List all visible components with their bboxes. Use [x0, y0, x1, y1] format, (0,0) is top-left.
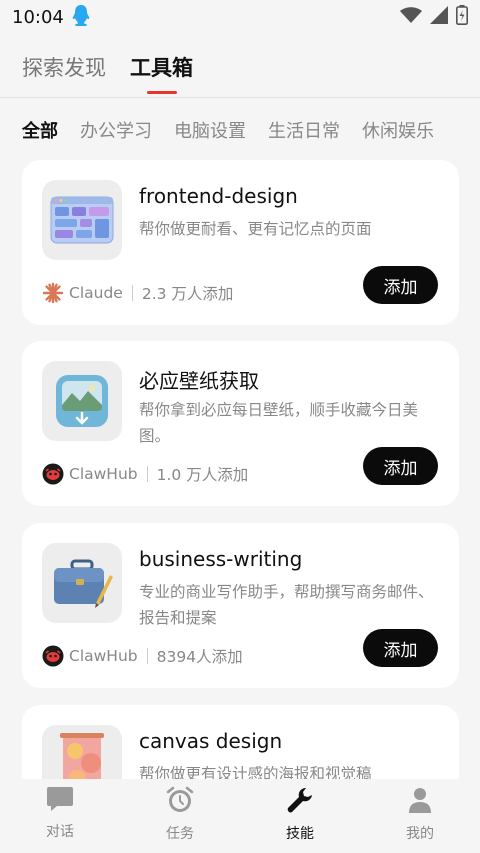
nav-label: 任务 — [166, 826, 194, 842]
skill-source: ClawHub — [69, 465, 138, 483]
top-tabs: 探索发现 工具箱 — [0, 40, 480, 96]
nav-tasks[interactable]: 任务 — [120, 779, 240, 853]
qq-notification-icon — [72, 4, 90, 31]
skill-description: 帮你做更有设计感的海报和视觉稿 — [139, 765, 372, 780]
alarm-clock-icon — [165, 785, 195, 819]
canvas-design-thumbnail-icon — [42, 725, 122, 780]
claude-logo-icon — [42, 282, 64, 304]
status-time: 10:04 — [12, 6, 64, 28]
meta-separator — [146, 648, 148, 664]
add-button[interactable]: 添加 — [363, 629, 438, 667]
skill-description: 帮你做更耐看、更有记忆点的页面 — [139, 220, 372, 238]
add-button[interactable]: 添加 — [363, 447, 438, 485]
skill-card-bing-wallpaper[interactable]: 必应壁纸获取 帮你拿到必应每日壁纸，顺手收藏今日美图。 ClawHub 1.0 … — [22, 341, 459, 506]
category-office-study[interactable]: 办公学习 — [80, 117, 152, 143]
chat-icon — [45, 785, 75, 817]
wrench-icon — [285, 785, 315, 819]
nav-skills[interactable]: 技能 — [240, 779, 360, 853]
skill-meta: Claude 2.3 万人添加 — [42, 282, 233, 304]
category-all[interactable]: 全部 — [22, 117, 58, 143]
skill-description: 帮你拿到必应每日壁纸，顺手收藏今日美图。 — [139, 401, 419, 445]
nav-label: 对话 — [46, 824, 74, 840]
clawhub-logo-icon — [42, 463, 64, 485]
nav-chat[interactable]: 对话 — [0, 779, 120, 853]
category-pc-settings[interactable]: 电脑设置 — [174, 117, 246, 143]
nav-label: 我的 — [406, 826, 434, 842]
meta-separator — [146, 466, 148, 482]
skill-title: frontend-design — [139, 184, 298, 208]
skill-card-canvas-design[interactable]: canvas design 帮你做更有设计感的海报和视觉稿 — [22, 705, 459, 780]
nav-me[interactable]: 我的 — [360, 779, 480, 853]
skill-list: frontend-design 帮你做更耐看、更有记忆点的页面 Claude 2… — [22, 160, 459, 780]
status-bar: 10:04 — [0, 0, 480, 34]
briefcase-thumbnail-icon — [42, 543, 122, 623]
skill-card-business-writing[interactable]: business-writing 专业的商业写作助手，帮助撰写商务邮件、报告和提… — [22, 523, 459, 688]
skill-title: business-writing — [139, 547, 303, 571]
skill-card-frontend-design[interactable]: frontend-design 帮你做更耐看、更有记忆点的页面 Claude 2… — [22, 160, 459, 325]
battery-icon — [456, 4, 468, 30]
tab-explore[interactable]: 探索发现 — [22, 40, 106, 82]
bottom-nav: 对话 任务 技能 我的 — [0, 779, 480, 853]
tab-toolbox[interactable]: 工具箱 — [130, 40, 193, 82]
meta-separator — [131, 285, 133, 301]
category-daily-life[interactable]: 生活日常 — [268, 117, 340, 143]
frontend-design-thumbnail-icon — [42, 180, 122, 260]
skill-description: 专业的商业写作助手，帮助撰写商务邮件、报告和提案 — [139, 583, 434, 627]
clawhub-logo-icon — [42, 645, 64, 667]
skill-source: ClawHub — [69, 647, 138, 665]
skill-meta: ClawHub 8394人添加 — [42, 645, 243, 667]
skill-add-count: 8394人添加 — [156, 648, 243, 666]
category-entertainment[interactable]: 休闲娱乐 — [362, 117, 434, 143]
header-divider — [0, 97, 480, 98]
skill-title: 必应壁纸获取 — [139, 369, 259, 393]
skill-add-count: 1.0 万人添加 — [156, 466, 249, 484]
bing-wallpaper-thumbnail-icon — [42, 361, 122, 441]
skill-title: canvas design — [139, 729, 283, 753]
person-icon — [405, 785, 435, 819]
add-button[interactable]: 添加 — [363, 266, 438, 304]
skill-source: Claude — [69, 284, 123, 302]
nav-label: 技能 — [286, 826, 314, 842]
category-tabs: 全部 办公学习 电脑设置 生活日常 休闲娱乐 — [0, 112, 480, 148]
skill-add-count: 2.3 万人添加 — [141, 285, 234, 303]
cell-signal-icon — [430, 5, 448, 29]
wifi-icon — [400, 6, 422, 28]
skill-meta: ClawHub 1.0 万人添加 — [42, 463, 248, 485]
